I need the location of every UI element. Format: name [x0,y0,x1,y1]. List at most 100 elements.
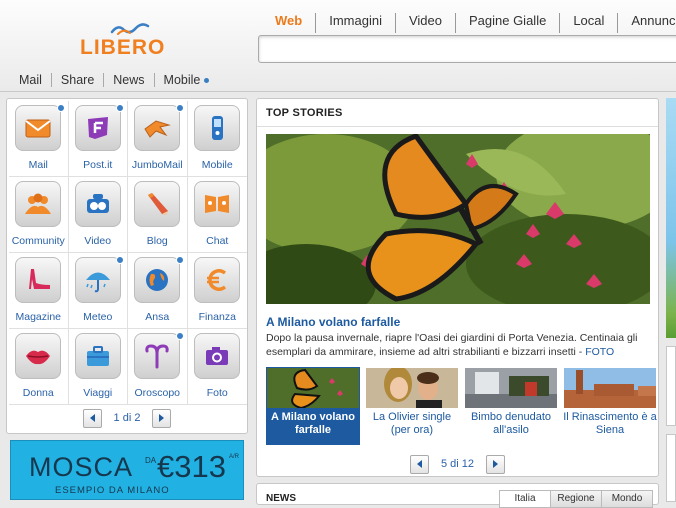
apps-next-button[interactable] [152,408,172,428]
stories-page-indicator: 5 di 12 [440,458,475,470]
app-finanza[interactable]: Finanza [187,253,247,329]
tab-immagini[interactable]: Immagini [315,13,395,33]
right-column-edge [666,98,676,502]
app-label: Finanza [198,311,236,323]
app-badge [116,256,124,264]
umbrella-icon [85,272,110,293]
app-label: Post.it [83,159,113,171]
jumbomail-icon [144,120,171,138]
app-icon-frame [134,333,180,379]
story-thumb[interactable]: Il Rinascimento è a Siena [563,367,657,445]
tab-mondo[interactable]: Mondo [601,490,653,508]
community-icon [25,193,51,214]
app-meteo[interactable]: Meteo [68,253,128,329]
app-label: Mobile [201,159,233,171]
app-label: Mail [28,159,48,171]
thumb-caption: La Olivier single (per ora) [372,411,452,436]
story-thumb[interactable]: La Olivier single (per ora) [365,367,459,445]
search-tabs: Web Immagini Video Pagine Gialle Local A… [262,13,676,33]
app-chat[interactable]: Chat [187,177,247,253]
app-icon-frame [193,333,240,379]
app-icon-frame [134,257,180,303]
service-nav: Mail Share News Mobile [10,73,218,87]
app-post-it[interactable]: Post.it [68,101,128,177]
new-dot-icon [204,77,210,83]
app-magazine[interactable]: Magazine [9,253,69,329]
thumb-caption: Il Rinascimento è a Siena [563,411,657,436]
app-foto[interactable]: Foto [187,329,247,405]
video-camera-icon [86,194,109,213]
app-ansa[interactable]: Ansa [128,253,188,329]
app-label: Blog [146,235,168,247]
app-label: Oroscopo [134,387,181,399]
app-label: Community [11,235,65,247]
app-icon-frame [193,105,240,151]
app-icon-frame [15,181,61,227]
euro-icon [206,269,226,291]
nav-news-label: News [113,73,145,87]
tab-pagine-gialle[interactable]: Pagine Gialle [454,13,559,33]
stories-next-button[interactable] [486,454,506,474]
app-icon-frame [15,105,61,151]
story-headline[interactable]: A Milano volano farfalle [266,315,400,329]
app-label: Donna [22,387,54,399]
logo-text: LIBERO [80,36,166,59]
arrow-left-icon [416,460,422,468]
lips-icon [26,350,50,365]
envelope-icon [25,119,51,138]
libero-logo[interactable]: LIBERO [80,22,180,62]
story-foto-link[interactable]: FOTO [585,346,614,358]
app-video[interactable]: Video [68,177,128,253]
travel-ad-banner[interactable]: MOSCA DA €313 A/R ESEMPIO DA MILANO [10,440,244,500]
app-label: Magazine [15,311,62,323]
divider [257,126,658,127]
tab-local[interactable]: Local [559,13,617,33]
app-mobile[interactable]: Mobile [187,101,247,177]
thumb-caption: Bimbo denudato all'asilo [470,411,552,436]
app-community[interactable]: Community [9,177,69,253]
story-summary: Dopo la pausa invernale, riapre l'Oasi d… [266,331,654,359]
nav-share[interactable]: Share [50,73,103,87]
app-icon-frame [15,333,61,379]
news-title: NEWS [266,493,296,504]
tab-regione[interactable]: Regione [550,490,602,508]
nav-mail[interactable]: Mail [10,73,51,87]
app-label: JumboMail [131,159,183,171]
app-badge [175,104,184,112]
app-blog[interactable]: Blog [128,177,188,253]
app-donna[interactable]: Donna [9,329,69,405]
search-input[interactable] [258,35,676,63]
arrow-right-icon [493,460,499,468]
app-icon-frame [134,105,180,151]
app-oroscopo[interactable]: Oroscopo [128,329,188,405]
nav-news[interactable]: News [103,73,153,87]
tab-web[interactable]: Web [262,13,315,33]
app-viaggi[interactable]: Viaggi [68,329,128,405]
pencil-icon [148,193,168,215]
app-label: Video [84,235,112,247]
hero-image[interactable] [266,134,650,304]
logo-wave-icon [110,23,150,35]
top-stories-title: TOP STORIES [266,107,343,119]
nav-mobile[interactable]: Mobile [153,73,219,87]
tab-video[interactable]: Video [394,13,455,33]
thumb-image [366,368,458,408]
tab-italia[interactable]: Italia [499,490,551,508]
app-label: Chat [206,235,229,247]
app-label: Ansa [145,311,170,323]
tab-annunci[interactable]: Annunci [617,13,676,33]
story-thumb[interactable]: Bimbo denudato all'asilo [464,367,558,445]
app-icon-frame [193,257,240,303]
story-thumb[interactable]: A Milano volano farfalle [266,367,360,445]
globe-icon [146,269,168,291]
stories-prev-button[interactable] [409,454,429,474]
right-panel [666,434,676,502]
app-mail[interactable]: Mail [9,101,69,177]
post-it-icon [87,117,108,139]
apps-prev-button[interactable] [82,408,102,428]
app-icon-frame [193,181,240,227]
app-jumbomail[interactable]: JumboMail [128,101,188,177]
ad-price: €313 [157,449,226,484]
right-banner-image[interactable] [666,98,676,338]
butterfly-photo [266,134,650,304]
